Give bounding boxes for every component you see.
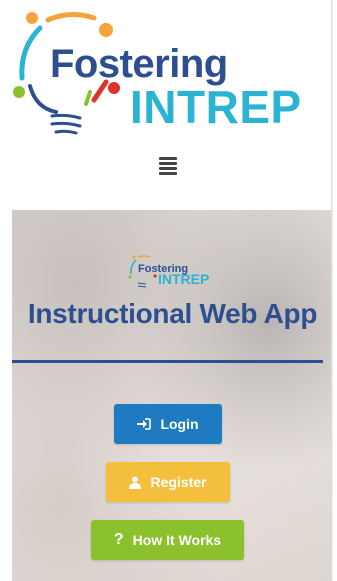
how-it-works-button[interactable]: ? How It Works — [91, 520, 244, 560]
hero-logo: Fostering INTREP — [128, 254, 214, 290]
menu-bar — [159, 167, 177, 170]
login-button[interactable]: Login — [114, 404, 222, 444]
hero-section: Fostering INTREP Instructional Web App L… — [12, 210, 333, 581]
register-button[interactable]: Register — [106, 462, 230, 502]
login-label: Login — [160, 416, 199, 432]
title-divider — [12, 360, 323, 363]
hamburger-menu-icon[interactable] — [159, 157, 177, 175]
page-title: Instructional Web App — [27, 298, 318, 329]
menu-bar — [159, 162, 177, 165]
menu-bar — [159, 172, 177, 175]
hero-logo-intrep-text: INTREP — [158, 271, 210, 287]
question-icon: ? — [113, 531, 124, 548]
logo-intrep-text: INTREP — [130, 81, 302, 133]
sign-in-icon — [137, 418, 152, 430]
how-it-works-label: How It Works — [132, 532, 222, 548]
site-header: Fostering INTREP — [0, 0, 333, 210]
user-icon — [129, 476, 142, 489]
menu-bar — [159, 157, 177, 160]
site-logo[interactable]: Fostering INTREP — [10, 8, 330, 138]
register-label: Register — [150, 474, 207, 490]
